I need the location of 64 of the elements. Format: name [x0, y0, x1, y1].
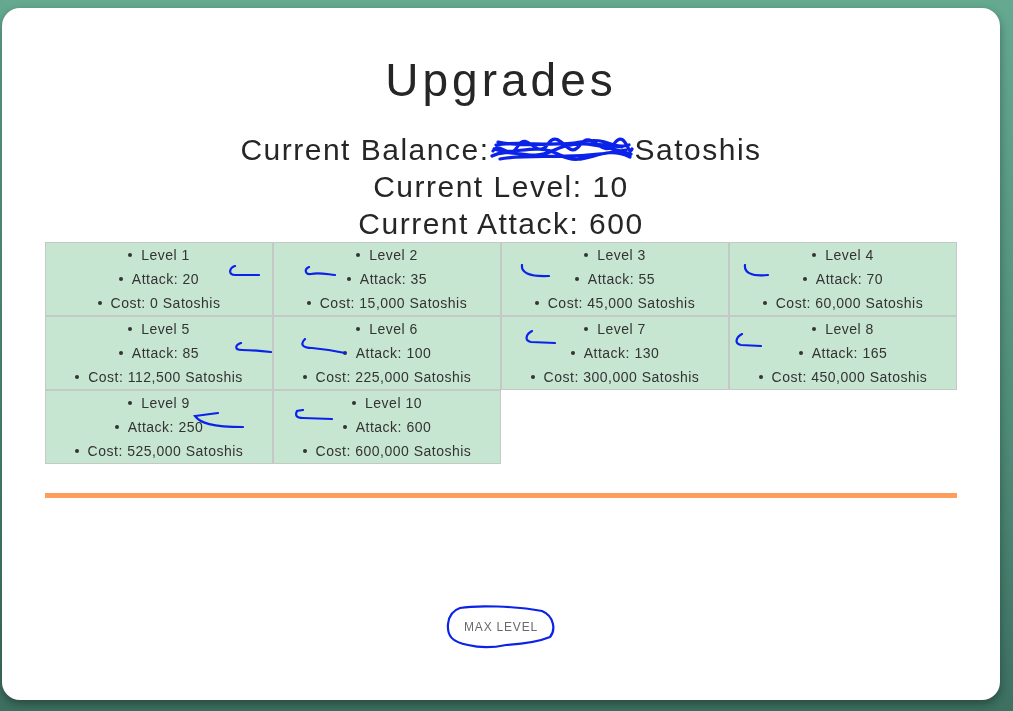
attack-label: Attack: 55	[587, 270, 656, 289]
attack-label: Attack: 85	[131, 344, 200, 363]
attack-label: Attack: 70	[815, 270, 884, 289]
bullet-icon	[530, 375, 535, 379]
cost-label: Cost: 450,000 Satoshis	[771, 368, 928, 387]
bullet-icon	[306, 301, 311, 305]
current-level: Current Level: 10	[373, 169, 629, 205]
attack-label: Attack: 130	[583, 344, 660, 363]
level-label: Level 5	[141, 320, 190, 339]
bullet-icon	[352, 401, 357, 405]
bullet-icon	[584, 253, 589, 257]
bullet-icon	[97, 301, 102, 305]
level-label: Level 7	[597, 320, 646, 339]
balance-unit: Satoshis	[634, 132, 762, 168]
bullet-icon	[762, 301, 767, 305]
attack-label: Attack: 250	[127, 418, 204, 437]
cost-label: Cost: 525,000 Satoshis	[87, 442, 244, 461]
bullet-icon	[128, 327, 133, 331]
page-title: Upgrades	[384, 53, 618, 108]
bullet-icon	[812, 253, 817, 257]
bullet-icon	[534, 301, 539, 305]
cost-label: Cost: 0 Satoshis	[110, 294, 221, 313]
bullet-icon	[812, 327, 817, 331]
attack-label: Attack: 100	[355, 344, 432, 363]
level-label: Level 8	[825, 320, 874, 339]
current-attack: Current Attack: 600	[358, 206, 644, 242]
bullet-icon	[574, 277, 579, 281]
bullet-icon	[128, 401, 133, 405]
bullet-icon	[302, 449, 307, 453]
bullet-icon	[798, 351, 803, 355]
attack-label: Attack: 20	[131, 270, 200, 289]
bullet-icon	[758, 375, 763, 379]
bullet-icon	[128, 253, 133, 257]
cost-label: Cost: 112,500 Satoshis	[88, 368, 243, 387]
level-label: Level 9	[141, 394, 190, 413]
bullet-icon	[356, 253, 361, 257]
bullet-icon	[346, 277, 351, 281]
bullet-icon	[342, 425, 347, 429]
bullet-icon	[570, 351, 575, 355]
cost-label: Cost: 45,000 Satoshis	[547, 294, 696, 313]
level-label: Level 6	[369, 320, 418, 339]
bullet-icon	[75, 375, 80, 379]
bullet-icon	[802, 277, 807, 281]
level-label: Level 10	[365, 394, 422, 413]
level-label: Level 3	[597, 246, 646, 265]
cost-label: Cost: 60,000 Satoshis	[775, 294, 924, 313]
cost-label: Cost: 300,000 Satoshis	[543, 368, 700, 387]
bullet-icon	[584, 327, 589, 331]
attack-label: Attack: 600	[355, 418, 432, 437]
bullet-icon	[302, 375, 307, 379]
attack-label: Attack: 165	[811, 344, 888, 363]
level-label: Level 4	[825, 246, 874, 265]
bullet-icon	[118, 351, 123, 355]
cost-label: Cost: 600,000 Satoshis	[315, 442, 472, 461]
bullet-icon	[114, 425, 119, 429]
cost-label: Cost: 15,000 Satoshis	[319, 294, 468, 313]
balance-label: Current Balance:	[240, 132, 490, 168]
bullet-icon	[74, 449, 79, 453]
bullet-icon	[118, 277, 123, 281]
cost-label: Cost: 225,000 Satoshis	[315, 368, 472, 387]
bullet-icon	[356, 327, 361, 331]
level-label: Level 2	[369, 246, 418, 265]
level-label: Level 1	[141, 246, 190, 265]
attack-label: Attack: 35	[359, 270, 428, 289]
